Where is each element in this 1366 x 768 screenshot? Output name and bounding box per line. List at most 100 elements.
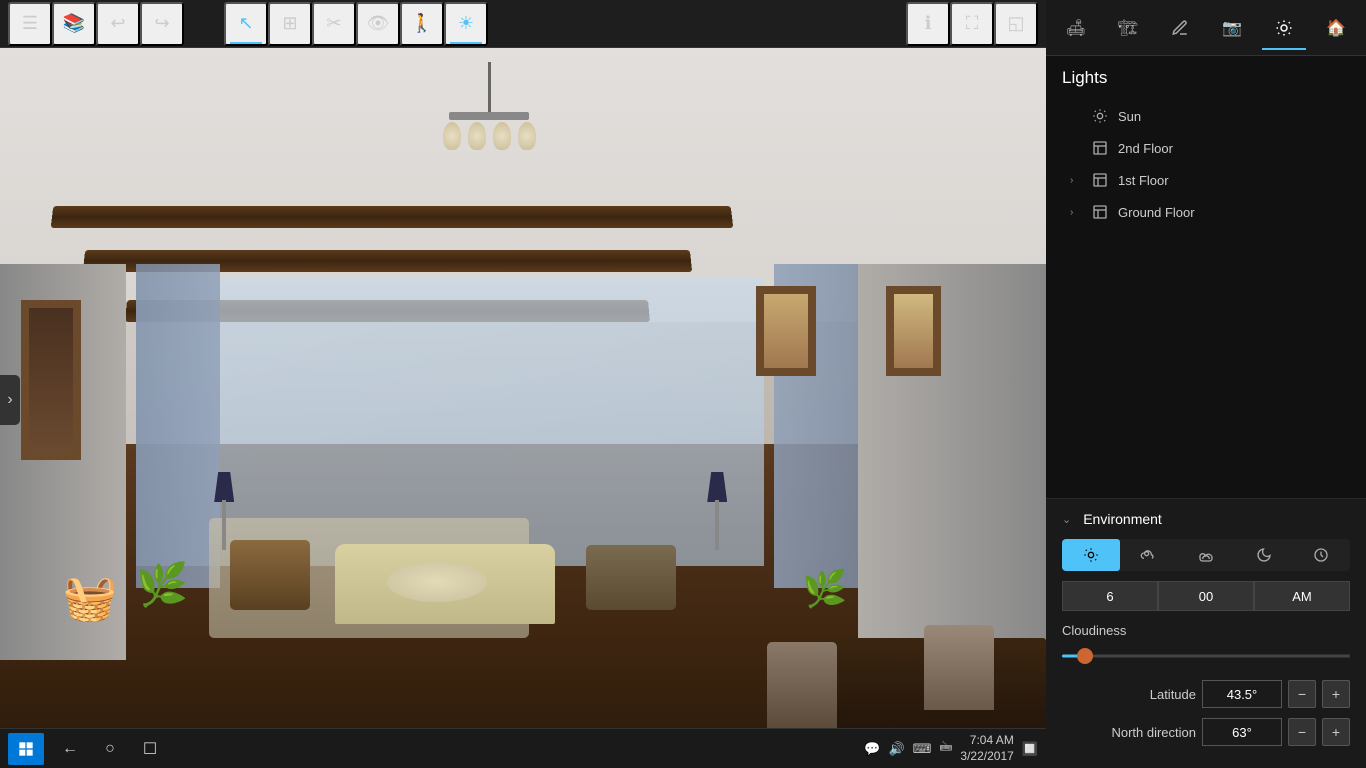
- collapse-arrow[interactable]: ›: [0, 375, 20, 425]
- chair-2: [586, 545, 676, 610]
- time-minute-input[interactable]: 00: [1158, 581, 1254, 611]
- north-direction-input[interactable]: 63°: [1202, 718, 1282, 746]
- viewport-3d[interactable]: 🌿 🌿 🧺: [0, 48, 1046, 768]
- arrange-button[interactable]: ⊞: [268, 2, 312, 46]
- lights-section: Lights Sun: [1046, 56, 1366, 240]
- build-icon-btn[interactable]: 🏗: [1102, 6, 1154, 50]
- 2nd-floor-label: 2nd Floor: [1118, 141, 1173, 156]
- curtain-left: [136, 264, 220, 588]
- sun-label: Sun: [1118, 109, 1141, 124]
- north-increase-btn[interactable]: +: [1322, 718, 1350, 746]
- volume-icon[interactable]: 🔊: [888, 741, 904, 757]
- input-icon[interactable]: 🖮: [939, 738, 952, 760]
- right-panel: 🛋 🏗 📷 🏠 Lights: [1046, 0, 1366, 768]
- notification-icon[interactable]: 💬: [864, 741, 880, 757]
- walkthrough-button[interactable]: 👁: [356, 2, 400, 46]
- light-item-2nd-floor[interactable]: 2nd Floor: [1062, 132, 1350, 164]
- north-direction-label: North direction: [1062, 725, 1196, 740]
- sun-light-icon: [1090, 106, 1110, 126]
- info-button[interactable]: ℹ: [906, 2, 950, 46]
- tools-button[interactable]: ✂: [312, 2, 356, 46]
- environment-section: ⌄ Environment: [1046, 498, 1366, 768]
- ceiling-beam-1: [51, 207, 734, 229]
- basket-plant: 🧺: [63, 572, 118, 624]
- undo-button[interactable]: ↩: [96, 2, 140, 46]
- custom-time-btn[interactable]: [1292, 539, 1350, 571]
- chandelier: [439, 62, 539, 150]
- clock-time: 7:04 AM: [960, 733, 1013, 749]
- chevron-left-icon: ›: [7, 391, 12, 409]
- latitude-decrease-btn[interactable]: −: [1288, 680, 1316, 708]
- chair-1: [230, 540, 310, 610]
- panel-icon-bar: 🛋 🏗 📷 🏠: [1046, 0, 1366, 56]
- paint-icon-btn[interactable]: [1154, 6, 1206, 50]
- lighting-icon-btn[interactable]: [1258, 6, 1310, 50]
- menu-button[interactable]: ☰: [8, 2, 52, 46]
- lights-title: Lights: [1062, 68, 1350, 88]
- expand-placeholder-2: [1070, 143, 1086, 154]
- time-hour-input[interactable]: 6: [1062, 581, 1158, 611]
- clock-date: 3/22/2017: [960, 749, 1013, 765]
- env-collapse-icon[interactable]: ⌄: [1062, 513, 1071, 526]
- action-center-icon[interactable]: 🔲: [1022, 741, 1038, 757]
- latitude-row: Latitude 43.5° − +: [1062, 680, 1350, 708]
- plant-right: 🌿: [802, 568, 847, 610]
- back-taskbar-button[interactable]: ←: [52, 733, 88, 765]
- expand-placeholder: [1070, 111, 1086, 122]
- start-button[interactable]: [8, 733, 44, 765]
- clear-sky-btn[interactable]: [1062, 539, 1120, 571]
- walkaround-button[interactable]: 🚶: [400, 2, 444, 46]
- artwork-right-2: [886, 286, 941, 376]
- dining-chair-2: [924, 625, 994, 710]
- north-decrease-btn[interactable]: −: [1288, 718, 1316, 746]
- time-inputs-row: 6 00 AM: [1062, 581, 1350, 611]
- fullscreen-button[interactable]: ⛶: [950, 2, 994, 46]
- ground-floor-label: Ground Floor: [1118, 205, 1195, 220]
- artwork-left: [21, 300, 81, 460]
- top-toolbar: ☰ 📚 ↩ ↪ ↖ ⊞ ✂ 👁 🚶 ☀ ℹ ⛶ ◱: [0, 0, 1046, 48]
- slider-track: [1062, 655, 1350, 658]
- redo-button[interactable]: ↪: [140, 2, 184, 46]
- keyboard-icon[interactable]: ⌨: [913, 741, 932, 757]
- artwork-right-1: [756, 286, 816, 376]
- floor-light-icon-ground: [1090, 202, 1110, 222]
- floor-light-icon-1st: [1090, 170, 1110, 190]
- home-icon-btn[interactable]: 🏠: [1310, 6, 1362, 50]
- expand-arrow-1st[interactable]: ›: [1070, 175, 1086, 186]
- select-button[interactable]: ↖: [224, 2, 268, 46]
- floor-lamp-left: [209, 472, 239, 552]
- slider-thumb[interactable]: [1077, 648, 1093, 664]
- light-item-1st-floor[interactable]: › 1st Floor: [1062, 164, 1350, 196]
- environment-header[interactable]: ⌄ Environment: [1062, 511, 1350, 527]
- plant-left: 🌿: [136, 561, 188, 610]
- latitude-label: Latitude: [1062, 687, 1196, 702]
- system-tray: 💬 🔊 ⌨ 🖮 7:04 AM 3/22/2017 🔲: [866, 728, 1046, 768]
- time-ampm-input[interactable]: AM: [1254, 581, 1350, 611]
- cloudiness-label: Cloudiness: [1062, 623, 1350, 638]
- camera-icon-btn[interactable]: 📷: [1206, 6, 1258, 50]
- cloudy-btn[interactable]: [1177, 539, 1235, 571]
- north-direction-row: North direction 63° − +: [1062, 718, 1350, 746]
- environment-title: Environment: [1083, 511, 1162, 527]
- partly-cloudy-btn[interactable]: [1120, 539, 1178, 571]
- system-clock: 7:04 AM 3/22/2017: [960, 733, 1013, 764]
- dining-chair-1: [767, 642, 837, 732]
- night-btn[interactable]: [1235, 539, 1293, 571]
- light-item-sun[interactable]: Sun: [1062, 100, 1350, 132]
- light-item-ground-floor[interactable]: › Ground Floor: [1062, 196, 1350, 228]
- floor-light-icon-2nd: [1090, 138, 1110, 158]
- floor-lamp-right: [702, 472, 732, 552]
- cloudiness-slider[interactable]: [1062, 646, 1350, 666]
- lights-spacer: [1046, 240, 1366, 498]
- furnish-icon-btn[interactable]: 🛋: [1050, 6, 1102, 50]
- expand-arrow-ground[interactable]: ›: [1070, 207, 1086, 218]
- sun-button[interactable]: ☀: [444, 2, 488, 46]
- library-button[interactable]: 📚: [52, 2, 96, 46]
- multitask-taskbar-button[interactable]: ☐: [132, 733, 168, 765]
- 1st-floor-label: 1st Floor: [1118, 173, 1169, 188]
- latitude-input[interactable]: 43.5°: [1202, 680, 1282, 708]
- 3dview-button[interactable]: ◱: [994, 2, 1038, 46]
- latitude-increase-btn[interactable]: +: [1322, 680, 1350, 708]
- home-taskbar-button[interactable]: ○: [92, 733, 128, 765]
- time-of-day-selector: [1062, 539, 1350, 571]
